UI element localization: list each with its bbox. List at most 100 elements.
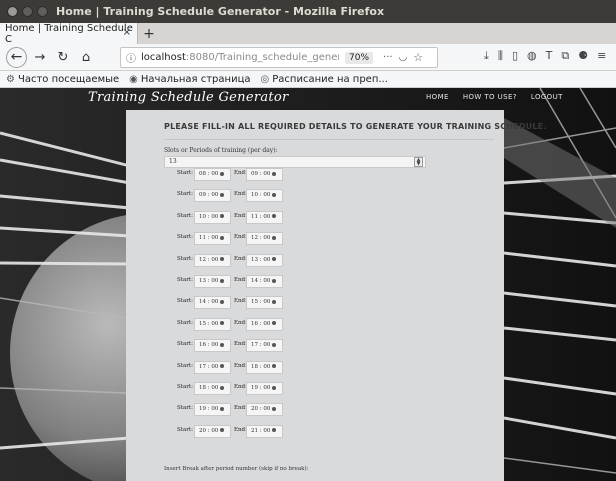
pocket-icon[interactable]: ◡ <box>399 52 408 63</box>
start-time-input[interactable]: 17 : 00 <box>194 360 231 374</box>
start-time-input[interactable]: 15 : 00 <box>194 317 231 331</box>
end-time-value: 11 : 00 <box>251 213 271 220</box>
menu-icon[interactable]: ≡ <box>597 49 606 63</box>
end-time-input[interactable]: 09 : 00 <box>246 168 283 181</box>
clock-icon[interactable] <box>272 364 277 369</box>
clock-icon[interactable] <box>220 406 225 411</box>
window-minimize-button[interactable] <box>22 6 33 17</box>
clock-icon[interactable] <box>220 235 225 240</box>
start-time-input[interactable]: 13 : 00 <box>194 275 231 288</box>
forward-icon[interactable]: → <box>30 47 50 67</box>
nav-logout-link[interactable]: LOGOUT <box>531 93 563 101</box>
bookmark-schedule[interactable]: ◎ Расписание на преп... <box>261 74 388 85</box>
slots-number-input[interactable]: 13 <box>164 156 426 168</box>
end-time-input[interactable]: 11 : 00 <box>246 210 283 224</box>
new-tab-button[interactable]: + <box>138 23 160 44</box>
sidebar-icon[interactable]: ▯ <box>512 49 518 63</box>
end-time-input[interactable]: 16 : 00 <box>246 317 283 331</box>
slot-row: Start: 10 : 00 End: 11 : 00 <box>177 210 337 225</box>
clock-icon[interactable] <box>272 235 277 240</box>
heading-divider <box>164 139 494 140</box>
start-time-input[interactable]: 10 : 00 <box>194 210 231 224</box>
screenshot-icon[interactable]: ⧉ <box>561 49 569 63</box>
clock-icon[interactable] <box>272 385 277 390</box>
end-label: End: <box>234 362 247 369</box>
tab-home[interactable]: Home | Training Schedule C × <box>0 23 138 45</box>
clock-icon[interactable] <box>272 299 277 304</box>
start-time-input[interactable]: 11 : 00 <box>194 232 231 246</box>
slots-spinner-icon[interactable]: ▲ ▼ <box>414 157 423 167</box>
clock-icon[interactable] <box>220 278 225 283</box>
start-time-input[interactable]: 12 : 00 <box>194 253 231 267</box>
start-time-input[interactable]: 09 : 00 <box>194 189 231 203</box>
end-time-input[interactable]: 12 : 00 <box>246 232 283 246</box>
nav-how-to-use-link[interactable]: HOW TO USE? <box>463 93 517 101</box>
window-maximize-button[interactable] <box>37 6 48 17</box>
clock-icon[interactable] <box>220 214 225 219</box>
extension-icon[interactable]: ⚈ <box>578 49 588 63</box>
start-time-input[interactable]: 08 : 00 <box>194 168 231 181</box>
clock-icon[interactable] <box>272 278 277 283</box>
clock-icon[interactable] <box>220 342 225 347</box>
slot-row: Start: 12 : 00 End: 13 : 00 <box>177 253 337 268</box>
library-icon[interactable]: ⫼ <box>498 49 503 63</box>
start-time-value: 11 : 00 <box>199 235 219 242</box>
start-time-input[interactable]: 16 : 00 <box>194 339 231 353</box>
start-time-input[interactable]: 19 : 00 <box>194 403 231 417</box>
clock-icon[interactable] <box>220 192 225 197</box>
text-icon[interactable]: T <box>546 49 553 63</box>
clock-icon[interactable] <box>272 192 277 197</box>
end-time-input[interactable]: 15 : 00 <box>246 296 283 310</box>
clock-icon[interactable] <box>272 428 277 433</box>
site-info-icon[interactable]: ⓘ <box>121 50 141 65</box>
end-time-input[interactable]: 20 : 00 <box>246 403 283 417</box>
clock-icon[interactable] <box>220 428 225 433</box>
slot-row: Start: 14 : 00 End: 15 : 00 <box>177 296 337 310</box>
clock-icon[interactable] <box>220 257 225 262</box>
site-nav: HOME HOW TO USE? LOGOUT <box>426 93 563 101</box>
nav-home-link[interactable]: HOME <box>426 93 449 101</box>
clock-icon[interactable] <box>220 299 225 304</box>
clock-icon[interactable] <box>272 214 277 219</box>
end-time-input[interactable]: 14 : 00 <box>246 275 283 288</box>
end-time-input[interactable]: 13 : 00 <box>246 253 283 267</box>
download-icon[interactable]: ⤓ <box>484 49 489 63</box>
clock-icon[interactable] <box>220 385 225 390</box>
bookmark-most-visited[interactable]: ⚙ Часто посещаемые <box>6 74 119 85</box>
end-time-input[interactable]: 17 : 00 <box>246 339 283 353</box>
clock-icon[interactable] <box>272 171 277 176</box>
back-icon[interactable]: ← <box>6 46 27 68</box>
clock-icon[interactable] <box>220 321 225 326</box>
reload-icon[interactable]: ↻ <box>53 47 73 67</box>
site-logo[interactable]: Training Schedule Generator <box>88 90 289 105</box>
bookmark-start-page[interactable]: ◉ Начальная страница <box>129 74 250 85</box>
clock-icon[interactable] <box>272 342 277 347</box>
start-time-input[interactable]: 20 : 00 <box>194 424 231 438</box>
url-text[interactable]: localhost:8080/Training_schedule_generat… <box>141 52 339 63</box>
slot-row: Start: 19 : 00 End: 20 : 00 <box>177 403 337 417</box>
page-actions-icon[interactable]: ··· <box>383 52 393 63</box>
end-time-input[interactable]: 18 : 00 <box>246 360 283 374</box>
clock-icon[interactable] <box>272 406 277 411</box>
home-icon[interactable]: ⌂ <box>76 47 96 67</box>
end-label: End: <box>234 298 247 305</box>
navigation-toolbar: ← → ↻ ⌂ ⓘ localhost:8080/Training_schedu… <box>0 44 616 71</box>
tab-close-icon[interactable]: × <box>123 27 131 38</box>
clock-icon[interactable] <box>220 364 225 369</box>
start-time-input[interactable]: 18 : 00 <box>194 382 231 395</box>
end-time-value: 13 : 00 <box>251 256 271 263</box>
url-bar[interactable]: ⓘ localhost:8080/Training_schedule_gener… <box>120 47 438 68</box>
end-time-input[interactable]: 19 : 00 <box>246 382 283 395</box>
tab-strip: Home | Training Schedule C × + <box>0 23 616 45</box>
end-time-input[interactable]: 21 : 00 <box>246 424 283 438</box>
start-time-value: 16 : 00 <box>199 342 219 349</box>
end-time-input[interactable]: 10 : 00 <box>246 189 283 203</box>
start-time-input[interactable]: 14 : 00 <box>194 296 231 310</box>
clock-icon[interactable] <box>220 171 225 176</box>
zoom-indicator[interactable]: 70% <box>345 51 374 64</box>
clock-icon[interactable] <box>272 321 277 326</box>
clock-icon[interactable] <box>272 257 277 262</box>
tracking-icon[interactable]: ◍ <box>527 49 537 63</box>
bookmark-star-icon[interactable]: ☆ <box>413 51 423 64</box>
window-close-button[interactable] <box>7 6 18 17</box>
